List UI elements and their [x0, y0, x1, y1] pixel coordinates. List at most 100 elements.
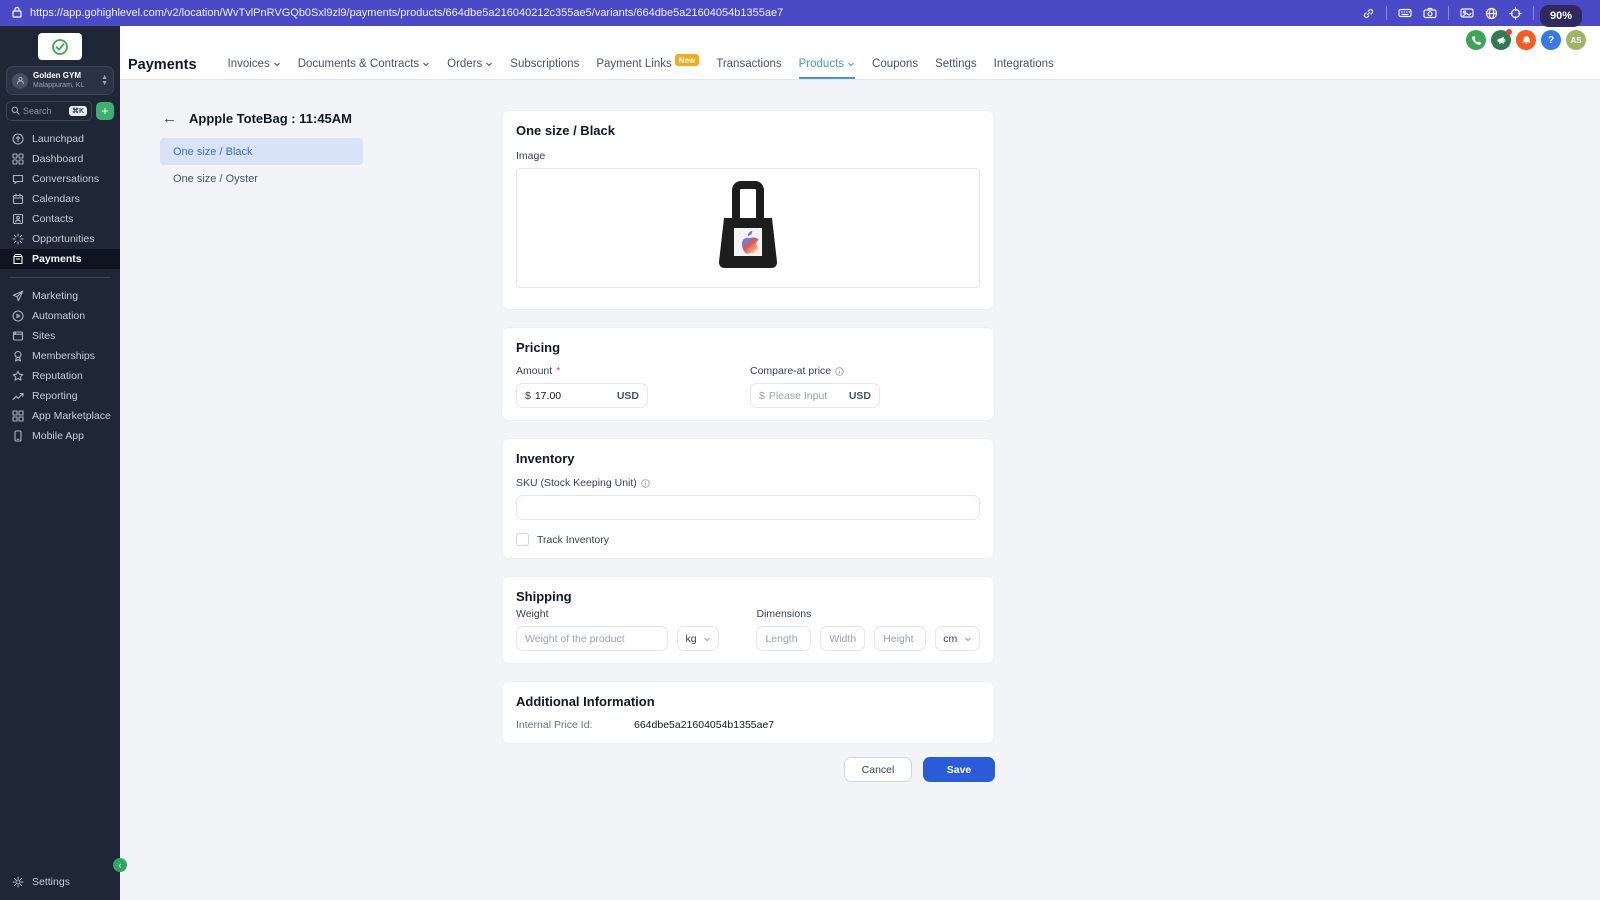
internal-price-id-value: 664dbe5a21604054b1355ae7 [634, 719, 774, 731]
page-module-title: Payments [128, 57, 197, 73]
quick-add-button[interactable]: + [96, 102, 114, 120]
compare-at-price-input[interactable]: $ USD [750, 383, 880, 408]
user-avatar[interactable]: AS [1566, 30, 1586, 50]
sidebar-collapse-button[interactable]: ‹ [113, 858, 127, 872]
sku-input[interactable] [516, 495, 980, 520]
sidebar-item-sites[interactable]: Sites [0, 326, 120, 346]
globe-icon[interactable] [1485, 7, 1498, 20]
announcements-button[interactable] [1491, 30, 1511, 50]
sidebar-item-conversations[interactable]: Conversations [0, 169, 120, 189]
tab-integrations[interactable]: Integrations [994, 58, 1054, 72]
info-icon [641, 479, 650, 488]
shipping-title: Shipping [516, 589, 980, 604]
tab-products[interactable]: Products [799, 58, 855, 72]
agency-logo[interactable] [38, 33, 82, 60]
chevron-down-icon [964, 635, 972, 643]
sidebar-item-automation[interactable]: Automation [0, 306, 120, 326]
screenshot-icon[interactable] [1460, 7, 1474, 19]
tab-coupons[interactable]: Coupons [872, 58, 918, 72]
link-icon[interactable] [1362, 7, 1375, 20]
sidebar-item-launchpad[interactable]: Launchpad [0, 129, 120, 149]
tab-payment-links[interactable]: Payment LinksNew [596, 58, 699, 72]
pricing-card: Pricing Amount* $ USD Compare-at price [501, 327, 995, 421]
notifications-bell-button[interactable] [1516, 30, 1536, 50]
sidebar-item-opportunities[interactable]: Opportunities [0, 229, 120, 249]
search-shortcut-badge: ⌘K [69, 106, 87, 116]
sidebar-item-settings[interactable]: Settings [0, 872, 120, 892]
additional-info-card: Additional Information Internal Price Id… [501, 681, 995, 744]
tab-settings[interactable]: Settings [935, 58, 977, 72]
account-location: Malappuram, KL [33, 81, 84, 90]
required-asterisk: * [556, 365, 560, 377]
weight-label: Weight [516, 608, 668, 620]
save-button[interactable]: Save [923, 757, 995, 782]
tab-documents-contracts[interactable]: Documents & Contracts [298, 58, 430, 72]
keyboard-icon[interactable] [1398, 7, 1412, 19]
sidebar: Golden GYM Malappuram, KL ▲▼ Search ⌘K +… [0, 26, 120, 900]
weight-unit-select[interactable]: kg [677, 626, 719, 651]
weight-input[interactable] [516, 626, 668, 651]
sidebar-item-memberships[interactable]: Memberships [0, 346, 120, 366]
currency-suffix: USD [849, 390, 871, 402]
browser-zoom-badge[interactable]: 90% [1540, 5, 1582, 27]
account-switcher[interactable]: Golden GYM Malappuram, KL ▲▼ [6, 66, 114, 95]
tab-orders[interactable]: Orders [447, 58, 493, 72]
browser-top-bar: https://app.gohighlevel.com/v2/location/… [0, 0, 1600, 26]
variant-list: One size / Black One size / Oyster [160, 138, 363, 192]
help-button[interactable]: ? [1541, 30, 1561, 50]
height-input[interactable] [874, 626, 926, 651]
chevron-updown-icon: ▲▼ [101, 75, 108, 86]
divider [10, 277, 110, 278]
shipping-card: Shipping Weight kg Dimensions [501, 576, 995, 664]
variant-item-black[interactable]: One size / Black [160, 138, 363, 165]
track-inventory-label: Track Inventory [537, 534, 609, 546]
sidebar-search-input[interactable]: Search ⌘K [6, 101, 92, 121]
tab-subscriptions[interactable]: Subscriptions [510, 58, 579, 72]
account-name: Golden GYM [33, 71, 84, 81]
internal-price-id-label: Internal Price Id: [516, 719, 634, 731]
back-arrow-icon[interactable]: ← [162, 110, 177, 127]
variant-detail-card: One size / Black Image [501, 110, 995, 310]
crosshair-icon[interactable] [1509, 7, 1522, 20]
length-input[interactable] [756, 626, 811, 651]
variant-image-box[interactable] [516, 168, 980, 288]
variant-item-oyster[interactable]: One size / Oyster [160, 165, 363, 192]
dimension-unit-select[interactable]: cm [935, 626, 980, 651]
image-label: Image [516, 150, 980, 162]
app-header: ? AS Payments Invoices Documents & Contr… [120, 26, 1600, 80]
url-text: https://app.gohighlevel.com/v2/location/… [30, 7, 783, 19]
amount-input[interactable]: $ USD [516, 383, 648, 408]
sidebar-item-payments[interactable]: Payments [0, 249, 120, 269]
sidebar-item-marketing[interactable]: Marketing [0, 286, 120, 306]
chevron-down-icon [703, 635, 711, 643]
width-input[interactable] [820, 626, 865, 651]
additional-info-title: Additional Information [516, 694, 980, 709]
sidebar-item-reputation[interactable]: Reputation [0, 366, 120, 386]
account-avatar [12, 73, 28, 89]
sidebar-item-reporting[interactable]: Reporting [0, 386, 120, 406]
sidebar-item-contacts[interactable]: Contacts [0, 209, 120, 229]
sidebar-item-app-marketplace[interactable]: App Marketplace [0, 406, 120, 426]
inventory-title: Inventory [516, 451, 980, 466]
sidebar-item-calendars[interactable]: Calendars [0, 189, 120, 209]
track-inventory-checkbox[interactable] [516, 533, 529, 546]
phone-button[interactable] [1466, 30, 1486, 50]
tab-invoices[interactable]: Invoices [228, 58, 281, 72]
variant-card-title: One size / Black [516, 123, 980, 138]
divider [1386, 6, 1387, 20]
sku-label: SKU (Stock Keeping Unit) [516, 477, 980, 489]
cancel-button[interactable]: Cancel [844, 757, 912, 782]
compare-at-price-label: Compare-at price [750, 365, 880, 377]
sidebar-item-mobile-app[interactable]: Mobile App [0, 426, 120, 446]
tab-transactions[interactable]: Transactions [716, 58, 781, 72]
info-icon [835, 367, 844, 376]
divider [1533, 6, 1534, 20]
address-bar[interactable]: https://app.gohighlevel.com/v2/location/… [12, 6, 783, 21]
pricing-title: Pricing [516, 340, 980, 355]
tote-bag-image [715, 180, 781, 276]
new-badge: New [675, 54, 699, 66]
camera-icon[interactable] [1423, 7, 1437, 19]
currency-suffix: USD [617, 390, 639, 402]
dimensions-label: Dimensions [756, 608, 811, 620]
sidebar-item-dashboard[interactable]: Dashboard [0, 149, 120, 169]
